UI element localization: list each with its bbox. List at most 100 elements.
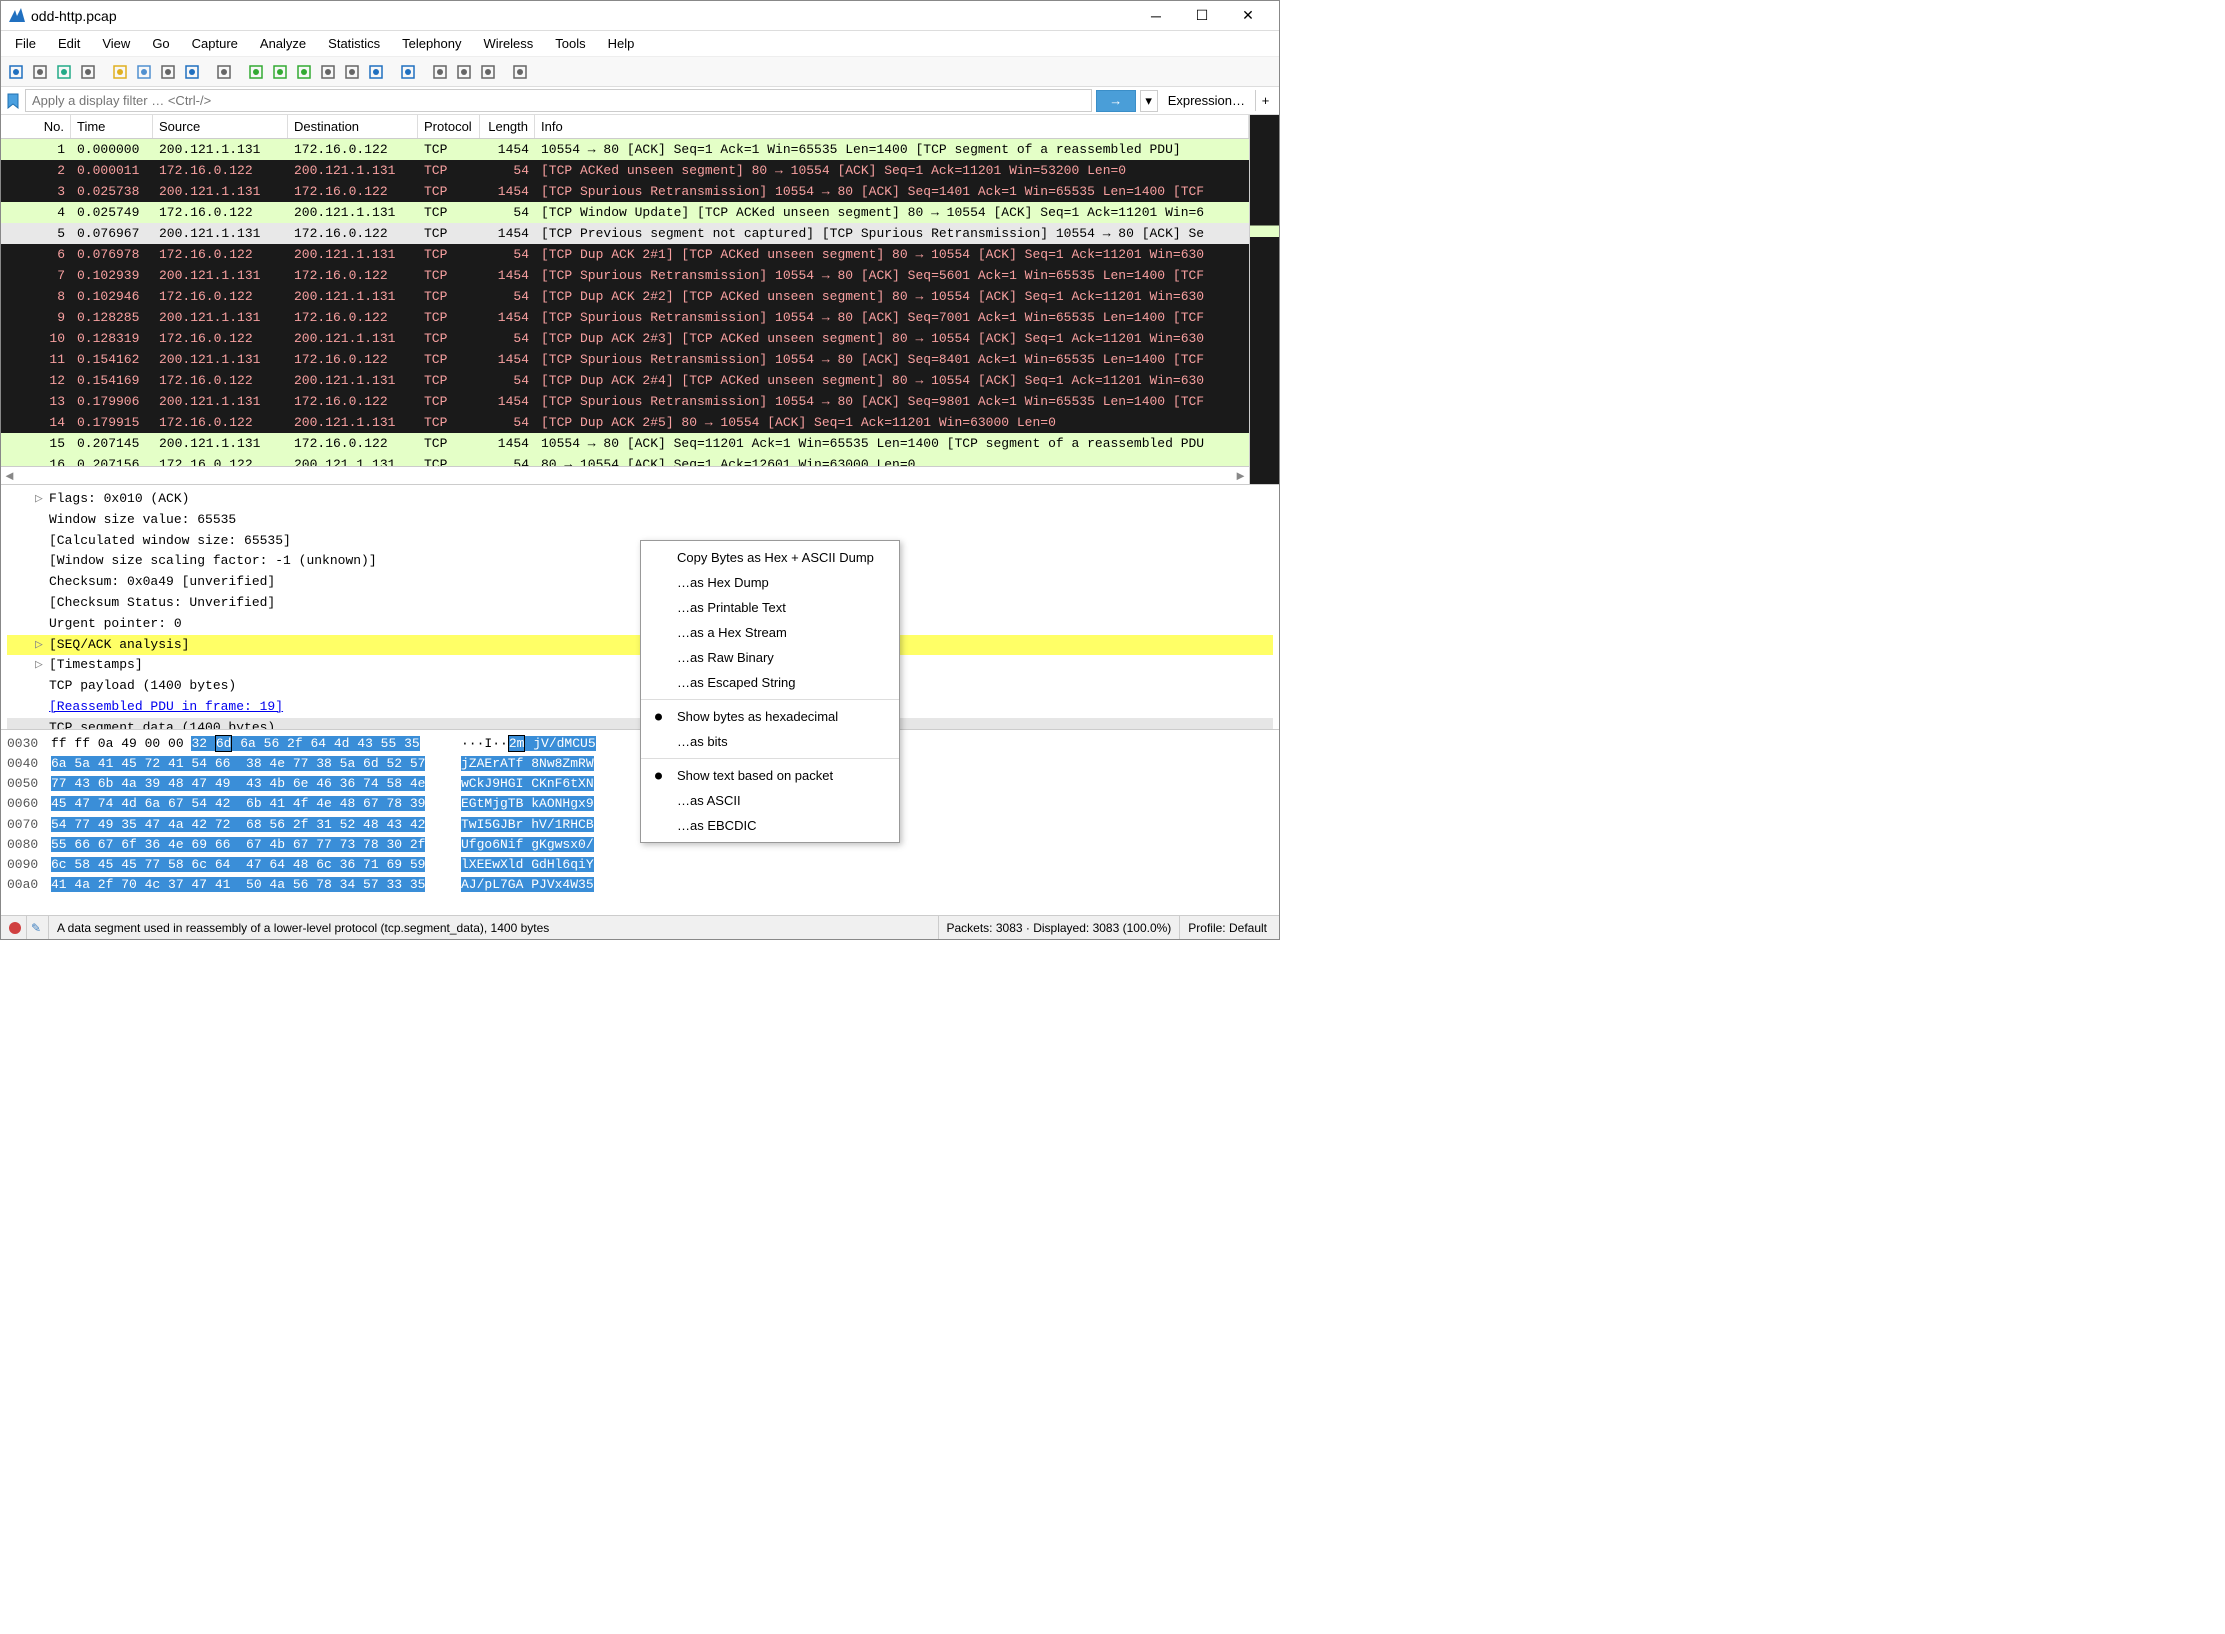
first-icon[interactable] xyxy=(317,61,339,83)
status-packets: Packets: 3083 · Displayed: 3083 (100.0%) xyxy=(939,916,1181,939)
jump-icon[interactable] xyxy=(293,61,315,83)
autoscroll-icon[interactable] xyxy=(365,61,387,83)
prev-icon[interactable] xyxy=(245,61,267,83)
menu-tools[interactable]: Tools xyxy=(545,33,595,54)
radio-dot-icon xyxy=(655,713,662,720)
packet-row[interactable]: 40.025749172.16.0.122200.121.1.131TCP54[… xyxy=(1,202,1249,223)
display-filter-input[interactable] xyxy=(25,89,1092,112)
menu-help[interactable]: Help xyxy=(598,33,645,54)
col-time[interactable]: Time xyxy=(71,115,153,138)
titlebar: odd-http.pcap ─ ☐ ✕ xyxy=(1,1,1279,31)
maximize-button[interactable]: ☐ xyxy=(1179,2,1225,30)
minimize-button[interactable]: ─ xyxy=(1133,2,1179,30)
last-icon[interactable] xyxy=(341,61,363,83)
context-menu-item[interactable]: …as ASCII xyxy=(641,788,899,813)
context-menu-item[interactable]: …as EBCDIC xyxy=(641,813,899,838)
expand-icon[interactable]: ▷ xyxy=(35,655,49,676)
bookmark-icon[interactable] xyxy=(5,93,21,109)
context-menu-item[interactable]: …as Printable Text xyxy=(641,595,899,620)
hex-row[interactable]: 00906c 58 45 45 77 58 6c 64 47 64 48 6c … xyxy=(7,855,1273,875)
colorize-icon[interactable] xyxy=(397,61,419,83)
col-destination[interactable]: Destination xyxy=(288,115,418,138)
packet-row[interactable]: 140.179915172.16.0.122200.121.1.131TCP54… xyxy=(1,412,1249,433)
menu-file[interactable]: File xyxy=(5,33,46,54)
menu-go[interactable]: Go xyxy=(142,33,179,54)
packet-row[interactable]: 80.102946172.16.0.122200.121.1.131TCP54[… xyxy=(1,286,1249,307)
zoomout-icon[interactable] xyxy=(453,61,475,83)
packet-row[interactable]: 150.207145200.121.1.131172.16.0.122TCP14… xyxy=(1,433,1249,454)
status-profile[interactable]: Profile: Default xyxy=(1180,916,1275,939)
packet-list[interactable]: 10.000000200.121.1.131172.16.0.122TCP145… xyxy=(1,139,1249,466)
menu-edit[interactable]: Edit xyxy=(48,33,90,54)
packet-row[interactable]: 50.076967200.121.1.131172.16.0.122TCP145… xyxy=(1,223,1249,244)
menu-analyze[interactable]: Analyze xyxy=(250,33,316,54)
reload-icon[interactable] xyxy=(181,61,203,83)
context-menu-item[interactable]: Show bytes as hexadecimal xyxy=(641,704,899,729)
context-menu-item[interactable]: …as Escaped String xyxy=(641,670,899,695)
packet-row[interactable]: 30.025738200.121.1.131172.16.0.122TCP145… xyxy=(1,181,1249,202)
packet-row[interactable]: 100.128319172.16.0.122200.121.1.131TCP54… xyxy=(1,328,1249,349)
packet-row[interactable]: 70.102939200.121.1.131172.16.0.122TCP145… xyxy=(1,265,1249,286)
menubar: FileEditViewGoCaptureAnalyzeStatisticsTe… xyxy=(1,31,1279,57)
filter-bar: → ▾ Expression… + xyxy=(1,87,1279,115)
col-source[interactable]: Source xyxy=(153,115,288,138)
context-menu-item[interactable]: …as bits xyxy=(641,729,899,754)
status-description: A data segment used in reassembly of a l… xyxy=(49,916,939,939)
packet-row[interactable]: 110.154162200.121.1.131172.16.0.122TCP14… xyxy=(1,349,1249,370)
expression-button[interactable]: Expression… xyxy=(1162,90,1251,111)
packet-minimap[interactable] xyxy=(1249,115,1279,484)
context-menu-item[interactable]: …as a Hex Stream xyxy=(641,620,899,645)
menu-view[interactable]: View xyxy=(92,33,140,54)
window-title: odd-http.pcap xyxy=(31,8,1133,24)
hscroll[interactable]: ◄► xyxy=(1,466,1249,484)
detail-row[interactable]: ▷Flags: 0x010 (ACK) xyxy=(7,489,1273,510)
next-icon[interactable] xyxy=(269,61,291,83)
add-filter-button[interactable]: + xyxy=(1255,90,1275,111)
options-icon[interactable] xyxy=(77,61,99,83)
col-length[interactable]: Length xyxy=(480,115,535,138)
expand-icon[interactable]: ▷ xyxy=(35,489,49,510)
menu-telephony[interactable]: Telephony xyxy=(392,33,471,54)
save-icon[interactable] xyxy=(133,61,155,83)
zoomin-icon[interactable] xyxy=(429,61,451,83)
packet-row[interactable]: 160.207156172.16.0.122200.121.1.131TCP54… xyxy=(1,454,1249,466)
menu-capture[interactable]: Capture xyxy=(182,33,248,54)
stop-icon[interactable] xyxy=(29,61,51,83)
close-button[interactable]: ✕ xyxy=(1225,2,1271,30)
app-icon xyxy=(9,8,25,24)
context-menu-item[interactable]: Copy Bytes as Hex + ASCII Dump xyxy=(641,545,899,570)
expert-icon[interactable] xyxy=(9,922,21,934)
resize-icon[interactable] xyxy=(509,61,531,83)
expand-icon[interactable]: ▷ xyxy=(35,635,49,656)
context-menu-item[interactable]: Show text based on packet xyxy=(641,763,899,788)
context-menu-item[interactable]: …as Hex Dump xyxy=(641,570,899,595)
toolbar xyxy=(1,57,1279,87)
packet-row[interactable]: 60.076978172.16.0.122200.121.1.131TCP54[… xyxy=(1,244,1249,265)
zoomreset-icon[interactable] xyxy=(477,61,499,83)
radio-dot-icon xyxy=(655,772,662,779)
col-protocol[interactable]: Protocol xyxy=(418,115,480,138)
detail-row[interactable]: Window size value: 65535 xyxy=(7,510,1273,531)
col-info[interactable]: Info xyxy=(535,115,1249,138)
col-no[interactable]: No. xyxy=(1,115,71,138)
status-bar: ✎ A data segment used in reassembly of a… xyxy=(1,915,1279,939)
find-icon[interactable] xyxy=(213,61,235,83)
packet-row[interactable]: 130.179906200.121.1.131172.16.0.122TCP14… xyxy=(1,391,1249,412)
close-icon[interactable] xyxy=(157,61,179,83)
capture-icon[interactable]: ✎ xyxy=(31,921,41,935)
filter-dropdown[interactable]: ▾ xyxy=(1140,90,1158,112)
apply-filter-button[interactable]: → xyxy=(1096,90,1136,112)
packet-row[interactable]: 90.128285200.121.1.131172.16.0.122TCP145… xyxy=(1,307,1249,328)
menu-statistics[interactable]: Statistics xyxy=(318,33,390,54)
open-icon[interactable] xyxy=(109,61,131,83)
packet-list-header: No. Time Source Destination Protocol Len… xyxy=(1,115,1249,139)
hex-row[interactable]: 00a041 4a 2f 70 4c 37 47 41 50 4a 56 78 … xyxy=(7,875,1273,895)
packet-row[interactable]: 10.000000200.121.1.131172.16.0.122TCP145… xyxy=(1,139,1249,160)
restart-icon[interactable] xyxy=(53,61,75,83)
packet-row[interactable]: 120.154169172.16.0.122200.121.1.131TCP54… xyxy=(1,370,1249,391)
menu-wireless[interactable]: Wireless xyxy=(473,33,543,54)
packet-row[interactable]: 20.000011172.16.0.122200.121.1.131TCP54[… xyxy=(1,160,1249,181)
fin-icon[interactable] xyxy=(5,61,27,83)
context-menu-item[interactable]: …as Raw Binary xyxy=(641,645,899,670)
context-menu: Copy Bytes as Hex + ASCII Dump…as Hex Du… xyxy=(640,540,900,843)
